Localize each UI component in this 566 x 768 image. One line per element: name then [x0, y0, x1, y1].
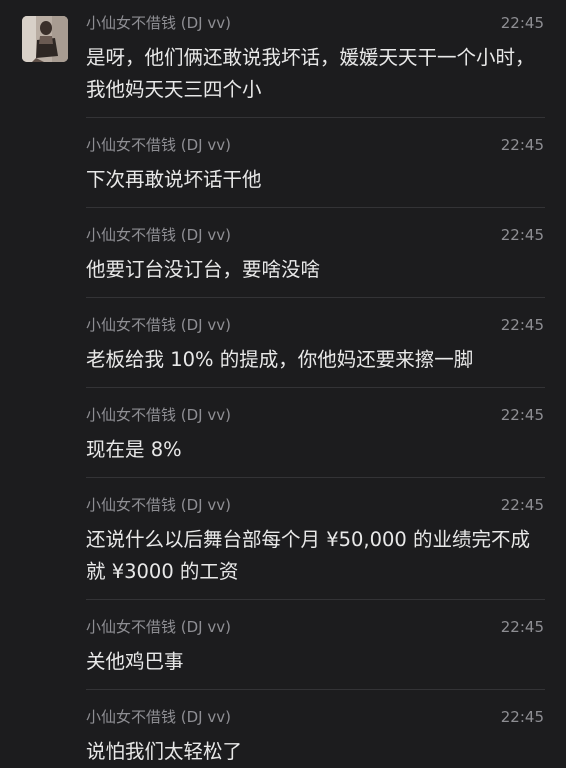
sender-name: 小仙女不借钱 (DJ vv): [86, 14, 231, 32]
message-text: 说怕我们太轻松了: [86, 740, 243, 763]
message-text: 老板给我 10% 的提成，你他妈还要来擦一脚: [86, 348, 474, 371]
avatar[interactable]: [22, 16, 68, 62]
message-divider: [86, 297, 545, 298]
message-divider: [86, 387, 545, 388]
message-text: 是呀，他们俩还敢说我坏话，媛媛天天干一个小时，我他妈天天三四个小: [86, 46, 535, 101]
sender-name: 小仙女不借钱 (DJ vv): [86, 226, 231, 244]
message-divider: [86, 117, 545, 118]
sender-name: 小仙女不借钱 (DJ vv): [86, 136, 231, 154]
chat-message[interactable]: 小仙女不借钱 (DJ vv) 22:45 他要订台没订台，要啥没啥: [86, 226, 544, 294]
message-time: 22:45: [500, 226, 544, 244]
chat-message[interactable]: 小仙女不借钱 (DJ vv) 22:45 现在是 8%: [86, 406, 544, 474]
sender-name: 小仙女不借钱 (DJ vv): [86, 406, 231, 424]
message-text: 还说什么以后舞台部每个月 ¥50,000 的业绩完不成就 ¥3000 的工资: [86, 528, 531, 583]
message-text: 关他鸡巴事: [86, 650, 184, 673]
chat-message[interactable]: 小仙女不借钱 (DJ vv) 22:45 关他鸡巴事: [86, 618, 544, 686]
chat-message[interactable]: 小仙女不借钱 (DJ vv) 22:45 是呀，他们俩还敢说我坏话，媛媛天天干一…: [86, 14, 544, 114]
message-divider: [86, 599, 545, 600]
message-divider: [86, 477, 545, 478]
sender-name: 小仙女不借钱 (DJ vv): [86, 496, 231, 514]
message-time: 22:45: [500, 316, 544, 334]
chat-message[interactable]: 小仙女不借钱 (DJ vv) 22:45 下次再敢说坏话干他: [86, 136, 544, 204]
message-time: 22:45: [500, 708, 544, 726]
message-text: 现在是 8%: [86, 438, 182, 461]
chat-message[interactable]: 小仙女不借钱 (DJ vv) 22:45 说怕我们太轻松了: [86, 708, 544, 768]
message-divider: [86, 207, 545, 208]
message-divider: [86, 689, 545, 690]
sender-name: 小仙女不借钱 (DJ vv): [86, 708, 231, 726]
chat-message[interactable]: 小仙女不借钱 (DJ vv) 22:45 还说什么以后舞台部每个月 ¥50,00…: [86, 496, 544, 596]
sender-name: 小仙女不借钱 (DJ vv): [86, 316, 231, 334]
message-time: 22:45: [500, 14, 544, 32]
sender-name: 小仙女不借钱 (DJ vv): [86, 618, 231, 636]
message-time: 22:45: [500, 618, 544, 636]
message-time: 22:45: [500, 136, 544, 154]
message-text: 他要订台没订台，要啥没啥: [86, 258, 321, 281]
chat-message[interactable]: 小仙女不借钱 (DJ vv) 22:45 老板给我 10% 的提成，你他妈还要来…: [86, 316, 544, 384]
avatar-photo: [22, 16, 68, 62]
message-text: 下次再敢说坏话干他: [86, 168, 262, 191]
message-time: 22:45: [500, 406, 544, 424]
message-time: 22:45: [500, 496, 544, 514]
